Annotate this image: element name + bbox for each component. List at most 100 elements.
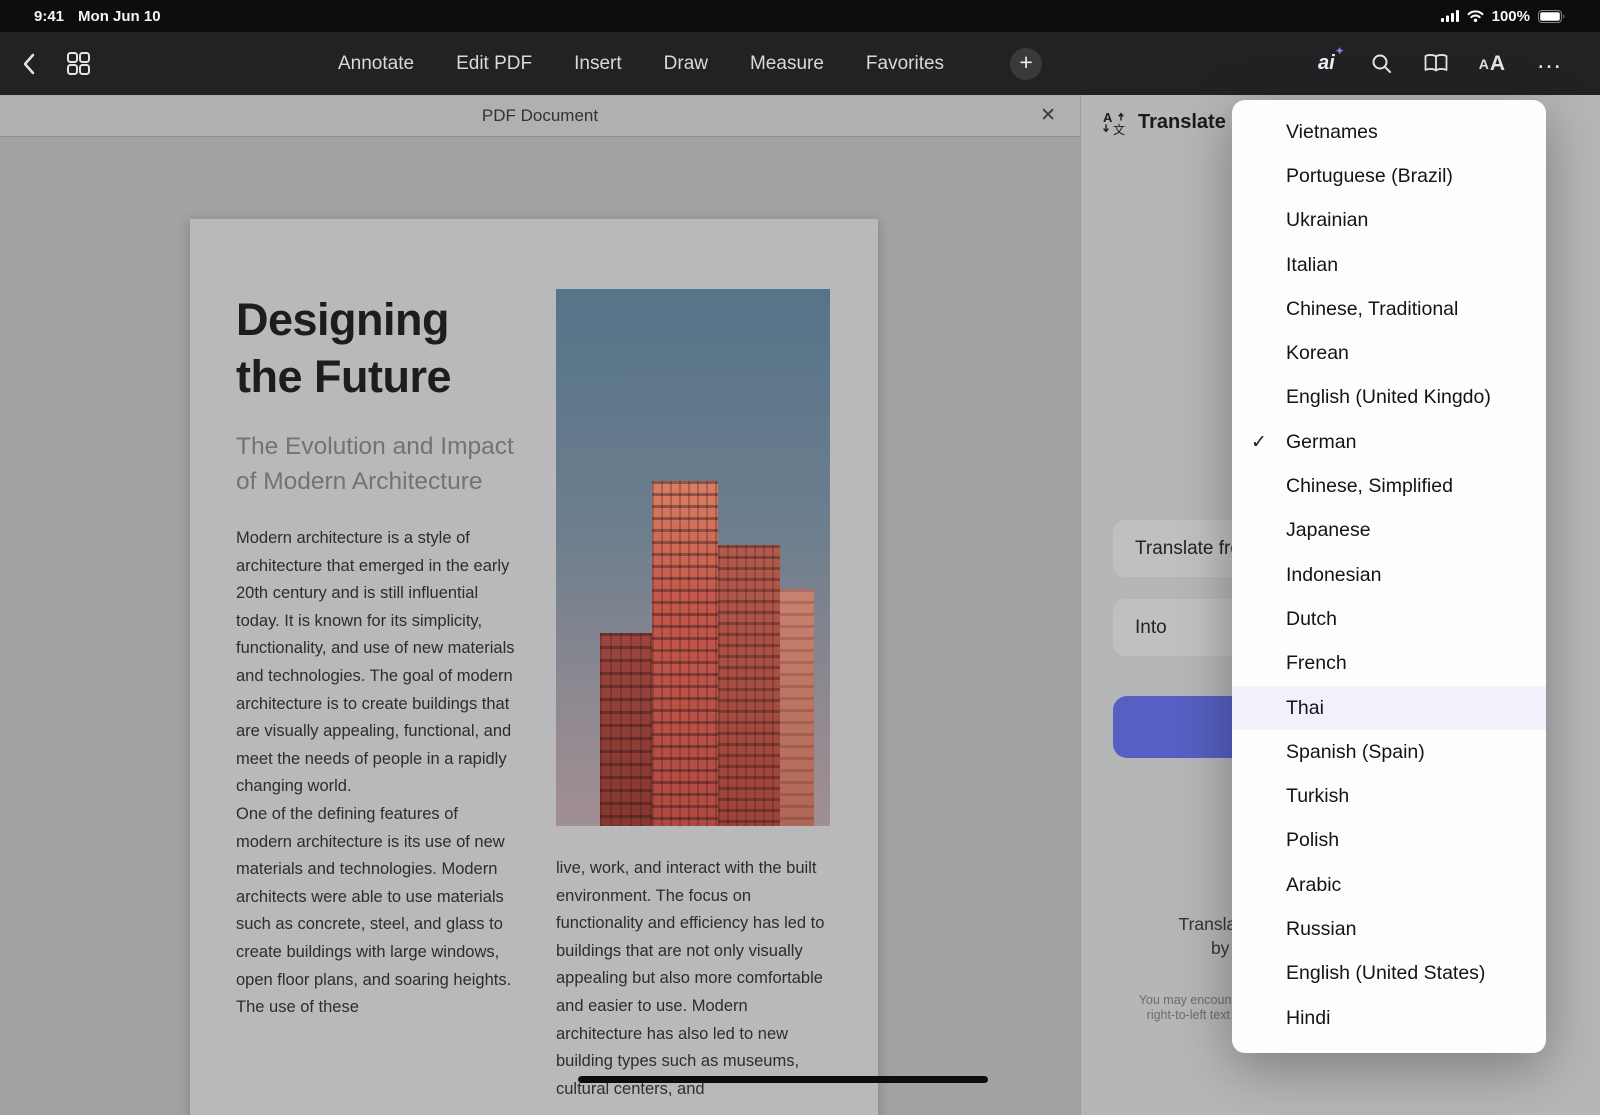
article-title-line2: the Future bbox=[236, 348, 451, 405]
language-menu-item[interactable]: English (United Kingdo) bbox=[1232, 376, 1546, 420]
wifi-icon bbox=[1467, 10, 1484, 22]
language-menu-item[interactable]: Chinese, Traditional bbox=[1232, 287, 1546, 331]
language-label: Chinese, Simplified bbox=[1286, 475, 1546, 498]
menu-item-insert[interactable]: Insert bbox=[574, 53, 622, 75]
language-label: Portuguese (Brazil) bbox=[1286, 165, 1546, 188]
translate-into-label: Into bbox=[1135, 617, 1167, 639]
more-options-button[interactable]: … bbox=[1536, 54, 1564, 72]
svg-text:A: A bbox=[1103, 110, 1113, 125]
architecture-photo bbox=[556, 289, 830, 826]
status-left: 9:41 Mon Jun 10 bbox=[34, 8, 161, 25]
status-right: 100% bbox=[1441, 8, 1566, 25]
building-shape bbox=[780, 589, 814, 826]
building-shape bbox=[652, 481, 718, 826]
language-label: Indonesian bbox=[1286, 564, 1546, 587]
paragraph: live, work, and interact with the built … bbox=[556, 855, 836, 1103]
language-menu-item[interactable]: Korean bbox=[1232, 331, 1546, 375]
back-button[interactable] bbox=[22, 52, 36, 76]
article-title: Designing the Future bbox=[236, 291, 451, 405]
battery-percent: 100% bbox=[1492, 8, 1530, 25]
language-menu-item[interactable]: English (United States) bbox=[1232, 952, 1546, 996]
translation-provider-note: Translati by A bbox=[1081, 912, 1245, 960]
language-menu: Vietnames Portuguese (Brazil) Ukrainian Ita… bbox=[1232, 100, 1546, 1053]
paragraph: One of the defining features of modern a… bbox=[236, 801, 518, 1022]
translation-disclaimer: You may encounter right-to-left text sc bbox=[1081, 993, 1246, 1022]
translate-icon: A文 bbox=[1101, 109, 1128, 136]
status-bar: 9:41 Mon Jun 10 100% bbox=[0, 0, 1600, 32]
toolbar-actions: ai✦ AA … bbox=[1318, 32, 1564, 95]
menu-item-draw[interactable]: Draw bbox=[664, 53, 708, 75]
pdf-page: Designing the Future The Evolution and I… bbox=[190, 219, 878, 1115]
clock: 9:41 bbox=[34, 8, 64, 25]
ai-assistant-button[interactable]: ai✦ bbox=[1318, 52, 1341, 75]
add-tool-button[interactable]: + bbox=[1010, 48, 1042, 80]
language-menu-item[interactable]: Chinese, Simplified bbox=[1232, 464, 1546, 508]
cellular-signal-icon bbox=[1441, 10, 1459, 22]
paragraph: Modern architecture is a style of archit… bbox=[236, 525, 518, 801]
language-label: Russian bbox=[1286, 918, 1546, 941]
article-column-2: live, work, and interact with the built … bbox=[556, 855, 836, 1103]
provider-note-line1: Translati bbox=[1081, 912, 1245, 936]
language-menu-item[interactable]: ✓German bbox=[1232, 420, 1546, 464]
language-label: Hindi bbox=[1286, 1007, 1546, 1030]
language-label: Vietnames bbox=[1286, 121, 1546, 144]
battery-icon bbox=[1538, 10, 1566, 23]
text-settings-button[interactable]: AA bbox=[1479, 52, 1506, 76]
language-menu-item[interactable]: Polish bbox=[1232, 819, 1546, 863]
language-label: Korean bbox=[1286, 342, 1546, 365]
grid-view-button[interactable] bbox=[66, 51, 91, 76]
language-label: Dutch bbox=[1286, 608, 1546, 631]
language-label: Turkish bbox=[1286, 785, 1546, 808]
translate-panel-title: Translate bbox=[1138, 111, 1226, 134]
translate-panel-header: A文 Translate bbox=[1101, 109, 1226, 136]
document-tab-bar: PDF Document ✕ bbox=[0, 95, 1080, 137]
language-menu-item[interactable]: Vietnames bbox=[1232, 110, 1546, 154]
disclaimer-line2: right-to-left text sc bbox=[1081, 1008, 1246, 1023]
menu-item-favorites[interactable]: Favorites bbox=[866, 53, 944, 75]
language-label: Ukrainian bbox=[1286, 209, 1546, 232]
language-menu-item[interactable]: Italian bbox=[1232, 243, 1546, 287]
building-shape bbox=[718, 545, 780, 826]
language-label: Chinese, Traditional bbox=[1286, 298, 1546, 321]
scroll-indicator[interactable] bbox=[578, 1076, 988, 1083]
search-button[interactable] bbox=[1371, 53, 1393, 75]
menu-item-measure[interactable]: Measure bbox=[750, 53, 824, 75]
toolbar: Annotate Edit PDF Insert Draw Measure Fa… bbox=[0, 32, 1600, 95]
language-menu-item[interactable]: Portuguese (Brazil) bbox=[1232, 154, 1546, 198]
language-label: German bbox=[1286, 431, 1546, 454]
language-label: Italian bbox=[1286, 254, 1546, 277]
language-menu-item[interactable]: Dutch bbox=[1232, 597, 1546, 641]
reader-book-button[interactable] bbox=[1423, 53, 1449, 74]
language-label: Spanish (Spain) bbox=[1286, 741, 1546, 764]
menu-item-edit-pdf[interactable]: Edit PDF bbox=[456, 53, 532, 75]
document-canvas[interactable]: Designing the Future The Evolution and I… bbox=[0, 137, 1080, 1115]
language-menu-item[interactable]: Russian bbox=[1232, 907, 1546, 951]
language-label: English (United States) bbox=[1286, 962, 1546, 985]
close-tab-button[interactable]: ✕ bbox=[1034, 95, 1062, 136]
sparkle-icon: ✦ bbox=[1335, 44, 1345, 58]
language-menu-item[interactable]: Arabic bbox=[1232, 863, 1546, 907]
article-subtitle: The Evolution and Impact of Modern Archi… bbox=[236, 429, 526, 499]
document-tab-title[interactable]: PDF Document bbox=[482, 106, 598, 126]
provider-note-line2: by A bbox=[1081, 936, 1245, 960]
article-column-1: Modern architecture is a style of archit… bbox=[236, 525, 518, 1022]
article-title-line1: Designing bbox=[236, 291, 451, 348]
language-menu-item[interactable]: Thai bbox=[1232, 686, 1546, 730]
language-menu-item[interactable]: Turkish bbox=[1232, 774, 1546, 818]
language-label: French bbox=[1286, 652, 1546, 675]
language-label: English (United Kingdo) bbox=[1286, 386, 1546, 409]
checkmark-icon: ✓ bbox=[1232, 431, 1286, 454]
language-menu-item[interactable]: Spanish (Spain) bbox=[1232, 730, 1546, 774]
language-menu-item[interactable]: Hindi bbox=[1232, 996, 1546, 1040]
language-menu-item[interactable]: Ukrainian bbox=[1232, 199, 1546, 243]
language-menu-item[interactable]: Japanese bbox=[1232, 509, 1546, 553]
language-menu-item[interactable]: French bbox=[1232, 642, 1546, 686]
language-menu-item[interactable]: Indonesian bbox=[1232, 553, 1546, 597]
language-label: Arabic bbox=[1286, 874, 1546, 897]
menu-item-annotate[interactable]: Annotate bbox=[338, 53, 414, 75]
language-label: Polish bbox=[1286, 829, 1546, 852]
toolbar-left bbox=[22, 32, 91, 95]
toolbar-menu: Annotate Edit PDF Insert Draw Measure Fa… bbox=[338, 32, 1042, 95]
language-label: Thai bbox=[1286, 697, 1546, 720]
document-area: PDF Document ✕ Designing the Future The … bbox=[0, 95, 1080, 1115]
